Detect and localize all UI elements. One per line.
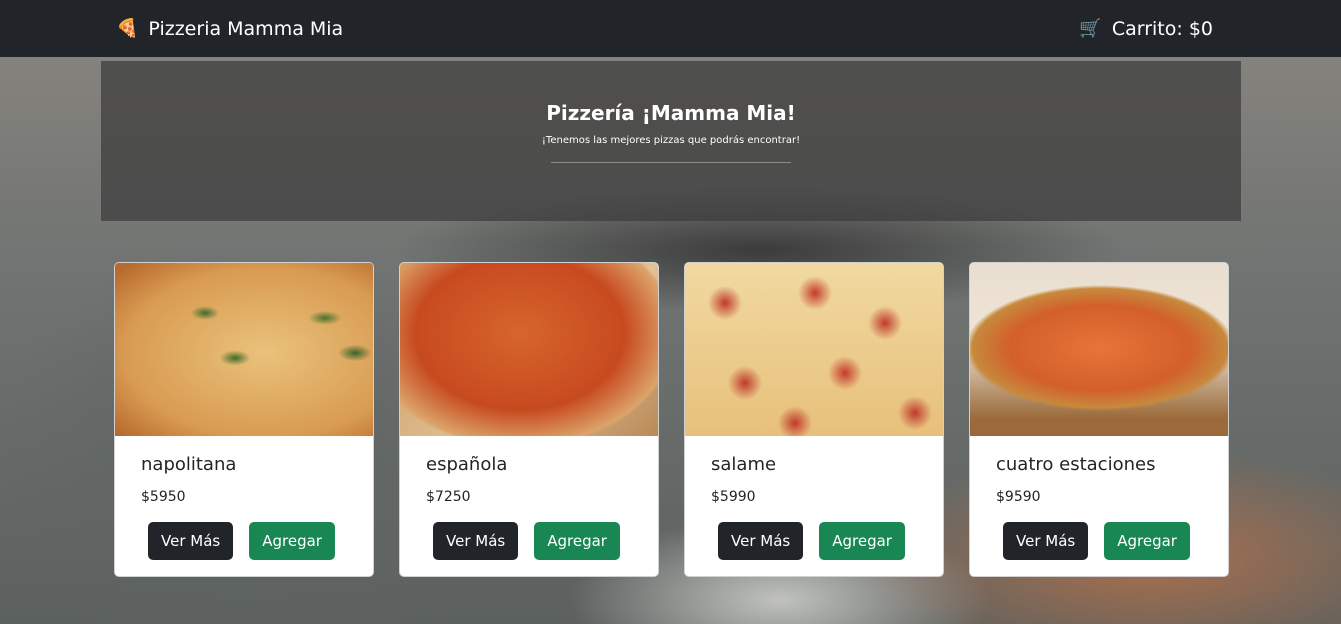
agregar-button[interactable]: Agregar	[534, 522, 620, 560]
pizza-name: cuatro estaciones	[996, 454, 1156, 475]
pizza-image	[400, 263, 658, 436]
pizza-image	[970, 263, 1228, 436]
cart-total: Carrito: $0	[1111, 17, 1213, 40]
navbar: 🍕 Pizzeria Mamma Mia 🛒 Carrito: $0	[0, 0, 1341, 57]
pizza-name: española	[426, 454, 508, 475]
ver-mas-button[interactable]: Ver Más	[433, 522, 519, 560]
pizza-price: $5950	[141, 489, 186, 505]
ver-mas-button[interactable]: Ver Más	[148, 522, 234, 560]
hero-divider	[551, 162, 791, 163]
ver-mas-button[interactable]: Ver Más	[718, 522, 804, 560]
cart-icon: 🛒	[1079, 18, 1102, 39]
agregar-button[interactable]: Agregar	[1104, 522, 1190, 560]
pizza-price: $9590	[996, 489, 1041, 505]
brand-link[interactable]: 🍕 Pizzeria Mamma Mia	[116, 18, 343, 40]
agregar-button[interactable]: Agregar	[249, 522, 335, 560]
brand-name: Pizzeria Mamma Mia	[148, 17, 344, 40]
pizza-image	[685, 263, 943, 436]
hero-title: Pizzería ¡Mamma Mia!	[546, 101, 796, 125]
pizza-price: $5990	[711, 489, 756, 505]
hero-subtitle: ¡Tenemos las mejores pizzas que podrás e…	[541, 135, 801, 146]
pizza-name: napolitana	[141, 454, 237, 475]
pizza-image	[115, 263, 373, 436]
pizza-card-espanola: española $7250 Ver Más Agregar	[399, 262, 659, 577]
pizza-price: $7250	[426, 489, 471, 505]
pizza-card-salame: salame $5990 Ver Más Agregar	[684, 262, 944, 577]
pizza-name: salame	[711, 454, 777, 475]
ver-mas-button[interactable]: Ver Más	[1003, 522, 1089, 560]
pizza-icon: 🍕	[116, 18, 139, 39]
pizza-card-napolitana: napolitana $5950 Ver Más Agregar	[114, 262, 374, 577]
cart-link[interactable]: 🛒 Carrito: $0	[1079, 18, 1213, 40]
hero-banner: Pizzería ¡Mamma Mia! ¡Tenemos las mejore…	[101, 61, 1241, 221]
pizza-card-cuatro-estaciones: cuatro estaciones $9590 Ver Más Agregar	[969, 262, 1229, 577]
agregar-button[interactable]: Agregar	[819, 522, 905, 560]
